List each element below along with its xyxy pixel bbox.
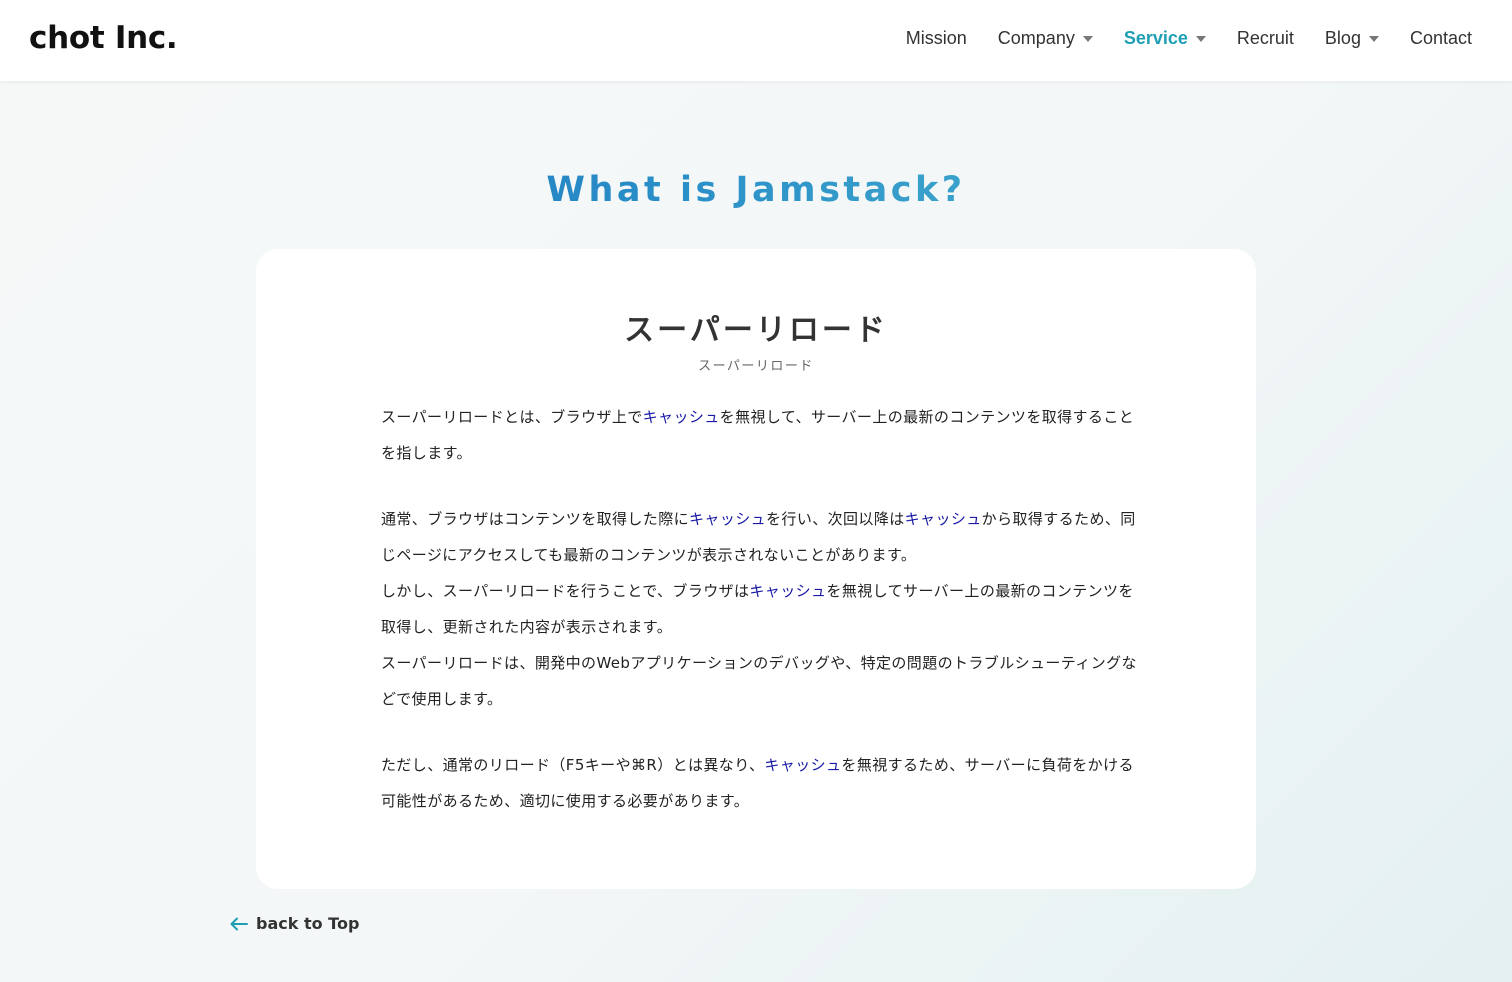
back-to-top-label: back to Top bbox=[256, 914, 360, 933]
section-title: What is Jamstack? bbox=[0, 170, 1512, 210]
paragraph: スーパーリロードは、開発中のWebアプリケーションのデバッグや、特定の問題のトラ… bbox=[381, 645, 1141, 717]
nav-item-company[interactable]: Company bbox=[998, 28, 1093, 49]
nav-item-label: Contact bbox=[1409, 28, 1472, 48]
nav-item-blog[interactable]: Blog bbox=[1325, 28, 1379, 49]
arrow-left-icon bbox=[230, 917, 248, 930]
nav-item-contact[interactable]: Contact bbox=[1410, 28, 1472, 49]
main-nav: Mission Company Service Recruit Blog Con… bbox=[875, 28, 1472, 49]
paragraph: ただし、通常のリロード（F5キーや⌘R）とは異なり、キャッシュを無視するため、サ… bbox=[381, 747, 1141, 819]
paragraph: スーパーリロードとは、ブラウザ上でキャッシュを無視して、サーバー上の最新のコンテ… bbox=[381, 399, 1141, 471]
nav-item-service[interactable]: Service bbox=[1124, 28, 1206, 49]
site-logo[interactable]: chot Inc. bbox=[29, 20, 178, 56]
paragraph: しかし、スーパーリロードを行うことで、ブラウザはキャッシュを無視してサーバー上の… bbox=[381, 573, 1141, 645]
term-title: スーパーリロード bbox=[624, 313, 888, 348]
text: ただし、通常のリロード（F5キーや⌘R）とは異なり、 bbox=[381, 756, 765, 774]
nav-item-mission[interactable]: Mission bbox=[906, 28, 967, 49]
cache-link[interactable]: キャッシュ bbox=[689, 510, 766, 528]
caret-down-icon bbox=[1082, 35, 1093, 42]
nav-item-label: Blog bbox=[1324, 28, 1361, 48]
text: しかし、スーパーリロードを行うことで、ブラウザは bbox=[381, 582, 750, 600]
back-to-top-link[interactable]: back to Top bbox=[230, 914, 359, 933]
section-title-text: What is Jamstack? bbox=[546, 170, 966, 210]
term-reading: スーパーリロード bbox=[698, 359, 814, 374]
nav-item-label: Recruit bbox=[1236, 28, 1294, 48]
text: を行い、次回以降は bbox=[766, 510, 905, 528]
cache-link[interactable]: キャッシュ bbox=[749, 582, 826, 600]
text: スーパーリロードは、開発中のWebアプリケーションのデバッグや、特定の問題のトラ… bbox=[381, 654, 1137, 708]
paragraph: 通常、ブラウザはコンテンツを取得した際にキャッシュを行い、次回以降はキャッシュか… bbox=[381, 501, 1141, 573]
text: 通常、ブラウザはコンテンツを取得した際に bbox=[381, 510, 690, 528]
nav-item-label: Company bbox=[997, 28, 1075, 48]
text: スーパーリロードとは、ブラウザ上で bbox=[381, 408, 643, 426]
cache-link[interactable]: キャッシュ bbox=[643, 408, 720, 426]
glossary-card: スーパーリロード スーパーリロード スーパーリロードとは、ブラウザ上でキャッシュ… bbox=[256, 249, 1256, 889]
nav-item-label: Service bbox=[1123, 28, 1188, 48]
term-description: スーパーリロードとは、ブラウザ上でキャッシュを無視して、サーバー上の最新のコンテ… bbox=[381, 399, 1141, 819]
caret-down-icon bbox=[1195, 35, 1206, 42]
cache-link[interactable]: キャッシュ bbox=[764, 756, 841, 774]
nav-item-label: Mission bbox=[905, 28, 967, 48]
nav-item-recruit[interactable]: Recruit bbox=[1237, 28, 1294, 49]
caret-down-icon bbox=[1368, 35, 1379, 42]
cache-link[interactable]: キャッシュ bbox=[905, 510, 982, 528]
site-header: chot Inc. Mission Company Service Recrui… bbox=[0, 0, 1512, 81]
